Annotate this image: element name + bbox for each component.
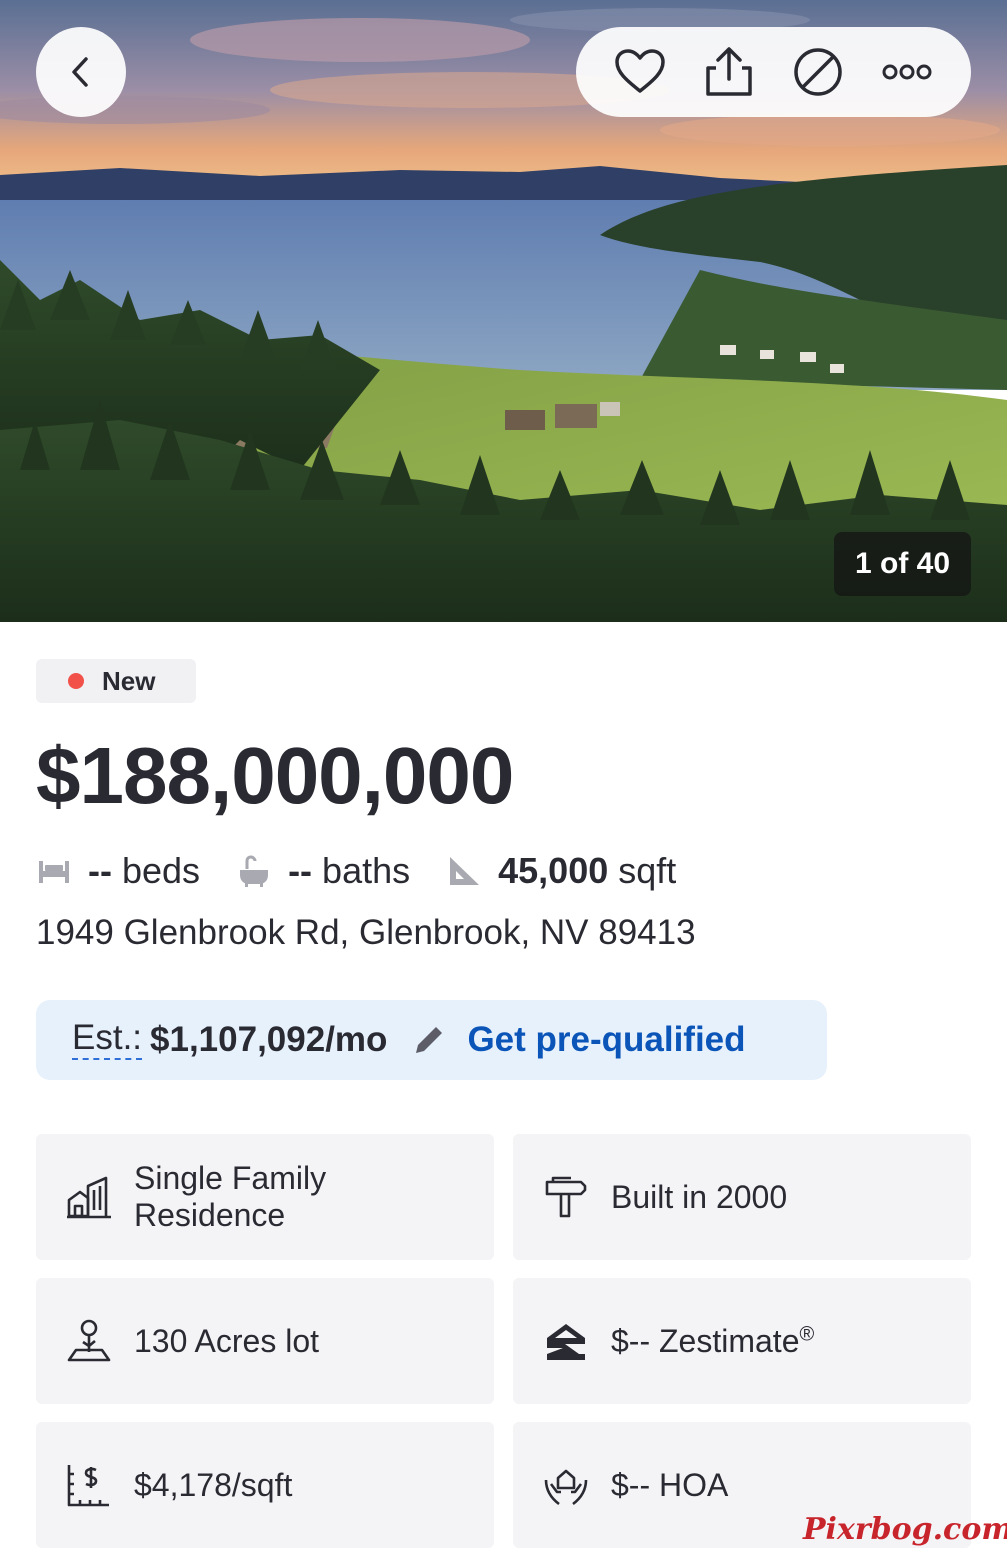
ruler-triangle-icon bbox=[446, 853, 482, 889]
save-favorite-button[interactable] bbox=[610, 42, 670, 102]
watermark: Pixrbog.com bbox=[803, 1512, 1007, 1547]
year-built-card: Built in 2000 bbox=[513, 1134, 971, 1260]
more-icon bbox=[882, 64, 932, 80]
lot-icon bbox=[66, 1318, 112, 1364]
hammer-icon bbox=[543, 1174, 589, 1220]
price-per-sqft-card: $4,178/sqft bbox=[36, 1422, 494, 1548]
hide-icon bbox=[794, 48, 842, 96]
pencil-icon[interactable] bbox=[409, 1020, 449, 1060]
lot-size-card: 130 Acres lot bbox=[36, 1278, 494, 1404]
chevron-left-icon bbox=[72, 57, 88, 87]
home-type-text: Single Family Residence bbox=[134, 1160, 327, 1233]
estimate-label[interactable]: Est.: bbox=[72, 1019, 143, 1061]
sqft-fact: 45,000 sqft bbox=[446, 850, 676, 892]
hoa-icon bbox=[543, 1462, 589, 1508]
share-icon bbox=[706, 47, 752, 96]
status-dot bbox=[68, 673, 84, 689]
back-button[interactable] bbox=[36, 27, 126, 117]
more-options-button[interactable] bbox=[877, 42, 937, 102]
listing-price: $188,000,000 bbox=[36, 731, 514, 820]
share-button[interactable] bbox=[699, 42, 759, 102]
price-per-sqft-icon bbox=[66, 1462, 112, 1508]
beds-fact: -- beds bbox=[36, 850, 200, 892]
zestimate-text: $-- Zestimate® bbox=[611, 1322, 815, 1359]
heart-icon bbox=[615, 49, 666, 93]
price-per-sqft-text: $4,178/sqft bbox=[134, 1466, 293, 1503]
monthly-estimate-box: Est.: $1,107,092/mo Get pre-qualified bbox=[36, 1000, 827, 1080]
get-prequalified-link[interactable]: Get pre-qualified bbox=[467, 1020, 745, 1060]
home-type-card: Single Family Residence bbox=[36, 1134, 494, 1260]
building-icon bbox=[66, 1174, 112, 1220]
bathtub-icon bbox=[236, 853, 272, 889]
zestimate-card[interactable]: $-- Zestimate® bbox=[513, 1278, 971, 1404]
hoa-text: $-- HOA bbox=[611, 1466, 729, 1503]
lot-size-text: 130 Acres lot bbox=[134, 1322, 319, 1359]
registered-mark: ® bbox=[799, 1322, 815, 1345]
estimate-value: $1,107,092/mo bbox=[150, 1020, 388, 1059]
photo-counter: 1 of 40 bbox=[834, 532, 971, 596]
hide-listing-button[interactable] bbox=[788, 42, 848, 102]
status-label: New bbox=[102, 665, 156, 696]
year-built-text: Built in 2000 bbox=[611, 1178, 788, 1215]
listing-photo[interactable]: 1 of 40 bbox=[0, 0, 1007, 622]
status-badge: New bbox=[36, 659, 196, 703]
bed-icon bbox=[36, 853, 72, 889]
listing-address: 1949 Glenbrook Rd, Glenbrook, NV 89413 bbox=[36, 913, 696, 952]
zillow-icon bbox=[543, 1318, 589, 1364]
listing-actions-bar bbox=[576, 27, 971, 117]
beds-baths-sqft: -- beds -- baths 45,000 sqft bbox=[36, 846, 712, 896]
baths-fact: -- baths bbox=[236, 850, 410, 892]
